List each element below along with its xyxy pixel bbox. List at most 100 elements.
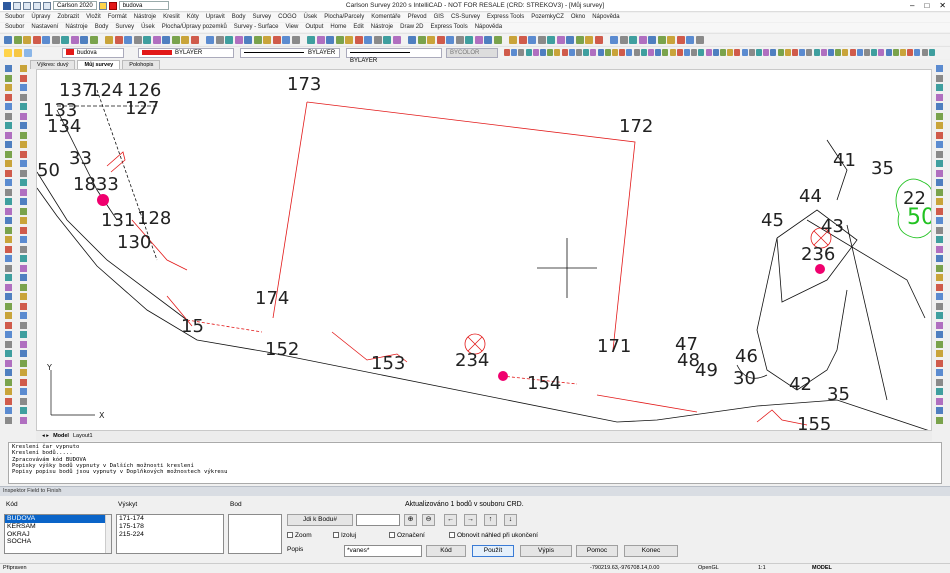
- side-tool-icon[interactable]: [936, 302, 943, 310]
- toolbar-tool-icon[interactable]: [316, 36, 325, 44]
- toolbar-tool-icon[interactable]: [417, 36, 426, 44]
- menu-item[interactable]: Zobrazit: [57, 13, 79, 22]
- toolbar-tool-icon[interactable]: [61, 36, 69, 44]
- side-tool-icon[interactable]: [936, 160, 943, 167]
- side-tool-icon[interactable]: [5, 84, 12, 91]
- view-tool-icon[interactable]: [568, 49, 575, 56]
- menu-item[interactable]: Okno: [571, 13, 585, 22]
- toolbar-tool-icon[interactable]: [124, 36, 132, 44]
- side-tool-icon[interactable]: [936, 388, 943, 395]
- status-mode[interactable]: MODEL: [812, 564, 832, 573]
- code-item[interactable]: KERSAM: [5, 523, 111, 531]
- arrow-left-icon[interactable]: ←: [444, 514, 457, 526]
- menu-item[interactable]: Nápověda: [592, 13, 619, 22]
- toolbar-tool-icon[interactable]: [244, 36, 252, 44]
- document-tab[interactable]: Můj survey: [77, 60, 121, 69]
- ribbon-menu-item[interactable]: Edit: [353, 23, 363, 32]
- side-tool-icon[interactable]: [936, 397, 943, 405]
- side-tool-icon[interactable]: [936, 103, 943, 110]
- menu-item[interactable]: Úsek: [304, 13, 318, 22]
- side-tool-icon[interactable]: [936, 378, 943, 386]
- side-tool-icon[interactable]: [20, 293, 27, 300]
- side-tool-icon[interactable]: [936, 150, 943, 158]
- menu-item[interactable]: PozemkyCZ: [531, 13, 564, 22]
- view-tool-icon[interactable]: [576, 49, 582, 56]
- side-tool-icon[interactable]: [5, 122, 12, 129]
- side-tool-icon[interactable]: [20, 369, 27, 376]
- view-tool-icon[interactable]: [669, 49, 676, 56]
- obnovit-checkbox-box[interactable]: [449, 532, 455, 539]
- menu-item[interactable]: Nástroje: [134, 13, 156, 22]
- codes-scrollbar[interactable]: [105, 515, 111, 553]
- side-tool-icon[interactable]: [20, 359, 27, 367]
- toolbar-tool-icon[interactable]: [307, 36, 315, 44]
- menu-item[interactable]: Vložit: [86, 13, 101, 22]
- side-tool-icon[interactable]: [5, 255, 12, 262]
- side-tool-icon[interactable]: [5, 103, 12, 110]
- view-tool-icon[interactable]: [626, 49, 633, 56]
- side-tool-icon[interactable]: [936, 93, 943, 101]
- toolbar-tool-icon[interactable]: [143, 36, 151, 44]
- menu-item[interactable]: CS-Survey: [451, 13, 480, 22]
- side-tool-icon[interactable]: [20, 302, 27, 310]
- ribbon-menu-item[interactable]: Survey - Surface: [234, 23, 279, 32]
- side-tool-icon[interactable]: [936, 179, 943, 186]
- ribbon-menu-item[interactable]: Nápověda: [475, 23, 502, 32]
- view-tool-icon[interactable]: [921, 49, 928, 56]
- view-tool-icon[interactable]: [770, 49, 777, 56]
- toolbar-tool-icon[interactable]: [667, 36, 675, 44]
- view-tool-icon[interactable]: [511, 49, 518, 56]
- ribbon-menu-item[interactable]: Survey: [115, 23, 134, 32]
- view-tool-icon[interactable]: [604, 49, 611, 56]
- side-tool-icon[interactable]: [5, 150, 12, 158]
- side-tool-icon[interactable]: [936, 416, 943, 424]
- toolbar-tool-icon[interactable]: [23, 36, 31, 44]
- pouzij-button[interactable]: Použít: [472, 545, 514, 557]
- toolbar-tool-icon[interactable]: [326, 36, 334, 44]
- toolbar-tool-icon[interactable]: [171, 36, 180, 44]
- side-tool-icon[interactable]: [936, 236, 943, 243]
- menu-item[interactable]: Upravit: [206, 13, 225, 22]
- side-tool-icon[interactable]: [20, 397, 27, 405]
- side-tool-icon[interactable]: [20, 236, 27, 243]
- menu-item[interactable]: Kóty: [187, 13, 199, 22]
- side-tool-icon[interactable]: [5, 378, 12, 386]
- menu-item[interactable]: Body: [232, 13, 246, 22]
- view-tool-icon[interactable]: [813, 49, 820, 56]
- toolbar-tool-icon[interactable]: [225, 36, 233, 44]
- view-tool-icon[interactable]: [554, 49, 561, 56]
- kod-button[interactable]: Kód: [426, 545, 466, 557]
- layer-bulb-icon[interactable]: [4, 49, 12, 57]
- ribbon-menu-item[interactable]: Nastavení: [31, 23, 58, 32]
- menu-item[interactable]: Plocha/Parcely: [324, 13, 364, 22]
- side-tool-icon[interactable]: [5, 293, 12, 300]
- toolbar-tool-icon[interactable]: [648, 36, 656, 44]
- side-tool-icon[interactable]: [936, 169, 943, 177]
- toolbar-tool-icon[interactable]: [234, 36, 243, 44]
- view-tool-icon[interactable]: [712, 49, 719, 56]
- side-tool-icon[interactable]: [20, 226, 27, 234]
- status-scale[interactable]: 1:1: [758, 564, 766, 573]
- side-tool-icon[interactable]: [5, 321, 12, 329]
- side-tool-icon[interactable]: [20, 188, 27, 196]
- side-tool-icon[interactable]: [936, 293, 943, 300]
- ribbon-menu-item[interactable]: Soubor: [5, 23, 24, 32]
- view-tool-icon[interactable]: [820, 49, 827, 56]
- toolbar-tool-icon[interactable]: [89, 36, 98, 44]
- linetype-combo[interactable]: BYLAYER: [240, 48, 340, 58]
- toolbar-tool-icon[interactable]: [392, 36, 401, 44]
- toolbar-tool-icon[interactable]: [105, 36, 113, 44]
- view-tool-icon[interactable]: [583, 49, 590, 56]
- occurrence-item[interactable]: 171-174: [117, 515, 223, 523]
- side-tool-icon[interactable]: [5, 65, 12, 72]
- toolbar-tool-icon[interactable]: [4, 36, 12, 44]
- toolbar-tool-icon[interactable]: [181, 36, 189, 44]
- occurrence-item[interactable]: 215-224: [117, 531, 223, 539]
- view-tool-icon[interactable]: [885, 49, 892, 56]
- toolbar-tool-icon[interactable]: [408, 36, 416, 44]
- toolbar-tool-icon[interactable]: [364, 36, 372, 44]
- view-tool-icon[interactable]: [871, 49, 878, 56]
- side-tool-icon[interactable]: [936, 274, 943, 281]
- view-tool-icon[interactable]: [928, 49, 935, 56]
- view-tool-icon[interactable]: [561, 49, 568, 56]
